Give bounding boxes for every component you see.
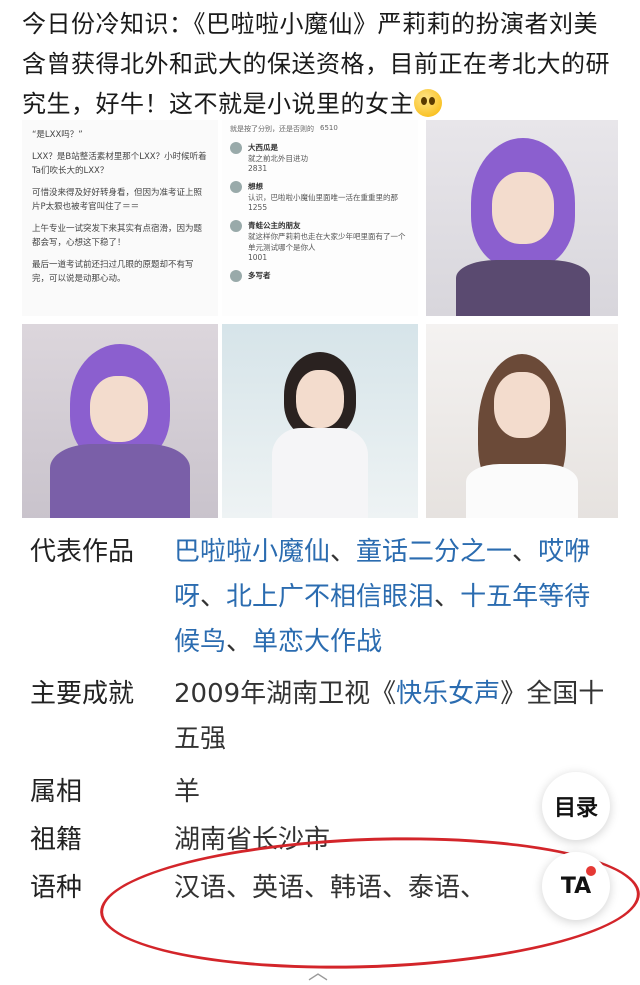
info-row-achievement: 主要成就 2009年湖南卫视《快乐女声》全国十五强 bbox=[30, 672, 614, 762]
note-line: LXX？是B站整活素材里那个LXX？小时候听着Ta们吹长大的LXX？ bbox=[32, 152, 207, 176]
shocked-face-emoji-icon bbox=[414, 89, 442, 117]
note-line: “是LXX吗？” bbox=[32, 130, 83, 140]
post-text: 今日份冷知识：《巴啦啦小魔仙》严莉莉的扮演者刘美含曾获得北外和武大的保送资格，目… bbox=[22, 4, 622, 124]
zodiac-label: 属相 bbox=[30, 777, 83, 807]
comment-likes: 1255 bbox=[248, 203, 268, 212]
comment-author: 青蛙公主的朋友 bbox=[248, 221, 301, 230]
ta-button[interactable]: TA bbox=[542, 852, 610, 920]
note-line: 上午专业一试突发下来其实有点宿滑，因为题都会写，心想这下稳了！ bbox=[32, 224, 203, 248]
works-label: 代表作品 bbox=[30, 537, 135, 567]
comment-text: 认识，巴啦啦小魔仙里面唯一活在重重里的那 bbox=[248, 193, 398, 202]
comment-text: 就之前北外目进功 bbox=[248, 154, 308, 163]
comment-author: 大西瓜是 bbox=[248, 143, 278, 152]
image-comments-screenshot[interactable]: 就是按了分别，还是否则的 6510 大西瓜是就之前北外目进功 2831 想想认识，… bbox=[222, 120, 418, 316]
achievement-label: 主要成就 bbox=[30, 679, 135, 709]
comment: 大西瓜是就之前北外目进功 2831 bbox=[222, 138, 418, 177]
comment: 想想认识，巴啦啦小魔仙里面唯一活在重重里的那 1255 bbox=[222, 177, 418, 216]
notification-dot-icon bbox=[586, 866, 596, 876]
note-line: 可惜没来得及好好转身看，但因为准考证上照片P太狠也被考官叫住了＝＝ bbox=[32, 188, 203, 212]
achievement-value: 2009年湖南卫视《快乐女声》全国十五强 bbox=[174, 679, 605, 754]
avatar bbox=[230, 181, 242, 193]
work-link[interactable]: 单恋大作战 bbox=[252, 627, 382, 657]
comment-likes: 2831 bbox=[248, 164, 268, 173]
image-costume-portrait[interactable] bbox=[22, 324, 218, 518]
comment-top-likes: 6510 bbox=[320, 124, 338, 132]
chevron-up-icon[interactable]: ︿ bbox=[308, 956, 328, 985]
comment: 青蛙公主的朋友就这样你严莉莉也走在大家少年吧里面有了一个单元测试哪个是你人 100… bbox=[222, 216, 418, 266]
avatar bbox=[230, 270, 242, 282]
info-row-works: 代表作品 巴啦啦小魔仙、童话二分之一、哎咿呀、北上广不相信眼泪、十五年等待候鸟、… bbox=[30, 530, 614, 665]
work-link[interactable]: 巴啦啦小魔仙 bbox=[174, 537, 330, 567]
toc-button[interactable]: 目录 bbox=[542, 772, 610, 840]
toc-label: 目录 bbox=[553, 796, 598, 821]
origin-label: 祖籍 bbox=[30, 825, 83, 855]
image-note-screenshot[interactable]: “是LXX吗？” LXX？是B站整活素材里那个LXX？小时候听着Ta们吹长大的L… bbox=[22, 120, 218, 316]
avatar bbox=[230, 142, 242, 154]
comment-top-text: 就是按了分别，还是否则的 bbox=[230, 125, 314, 133]
comment-more: 多写者 bbox=[248, 271, 271, 280]
info-row-zodiac: 属相 羊 bbox=[30, 770, 614, 815]
work-link[interactable]: 北上广不相信眼泪 bbox=[226, 582, 434, 612]
avatar bbox=[230, 220, 242, 232]
work-link[interactable]: 童话二分之一 bbox=[356, 537, 512, 567]
image-purple-wig-portrait[interactable] bbox=[426, 120, 618, 316]
comment-likes: 1001 bbox=[248, 253, 268, 262]
ta-label: TA bbox=[560, 873, 592, 899]
comment-author: 想想 bbox=[248, 182, 263, 191]
comment-text: 就这样你严莉莉也走在大家少年吧里面有了一个单元测试哪个是你人 bbox=[248, 232, 406, 252]
post-body: 今日份冷知识：《巴啦啦小魔仙》严莉莉的扮演者刘美含曾获得北外和武大的保送资格，目… bbox=[22, 10, 610, 118]
works-value: 巴啦啦小魔仙、童话二分之一、哎咿呀、北上广不相信眼泪、十五年等待候鸟、单恋大作战 bbox=[174, 537, 591, 657]
image-school-uniform-photo[interactable] bbox=[222, 324, 418, 518]
image-adult-portrait[interactable] bbox=[426, 324, 618, 518]
image-grid: “是LXX吗？” LXX？是B站整活素材里那个LXX？小时候听着Ta们吹长大的L… bbox=[22, 120, 618, 518]
note-line: 最后一道考试前还扫过几眼的原题却不有写完，可以说是动那心动。 bbox=[32, 260, 194, 284]
achievement-link[interactable]: 快乐女声 bbox=[396, 679, 500, 709]
